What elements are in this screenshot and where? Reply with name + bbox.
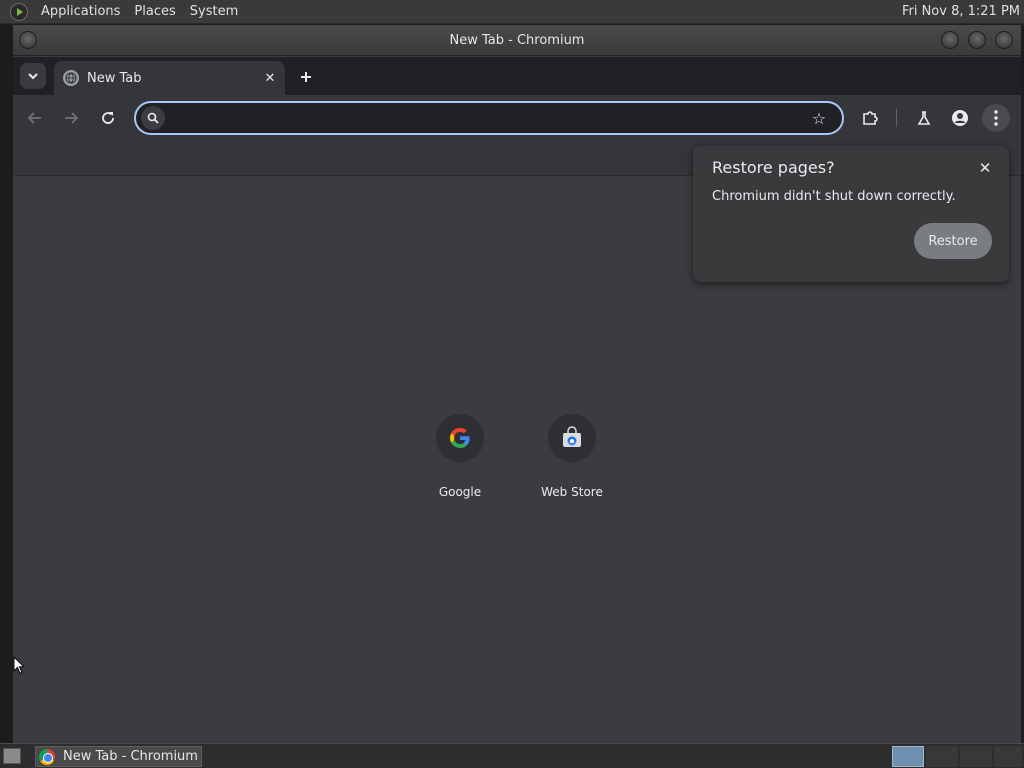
chevron-down-icon <box>28 73 38 80</box>
bookmark-star-icon[interactable]: ☆ <box>808 107 830 129</box>
applications-menu[interactable]: Applications <box>34 4 127 19</box>
reload-button[interactable] <box>94 104 122 132</box>
arrow-left-icon <box>27 112 41 124</box>
flask-icon <box>917 111 931 125</box>
system-menu[interactable]: System <box>183 4 245 19</box>
panel-clock[interactable]: Fri Nov 8, 1:21 PM <box>902 4 1020 19</box>
kebab-menu-icon <box>994 110 998 126</box>
workspace-3[interactable] <box>960 746 992 767</box>
window-menu-button[interactable] <box>19 31 37 49</box>
shortcut-web-store[interactable]: Web Store <box>524 414 620 499</box>
places-menu[interactable]: Places <box>127 4 182 19</box>
workspace-4[interactable] <box>994 746 1022 767</box>
bubble-message: Chromium didn't shut down correctly. <box>712 189 956 204</box>
labs-button[interactable] <box>910 104 938 132</box>
taskbar-item-label: New Tab - Chromium <box>63 749 198 764</box>
new-tab-button[interactable] <box>293 64 319 90</box>
toolbar-separator <box>896 109 897 127</box>
chromium-icon <box>39 748 55 765</box>
top-panel: Applications Places System Fri Nov 8, 1:… <box>0 0 1024 24</box>
restore-button[interactable]: Restore <box>914 223 992 259</box>
shortcut-google[interactable]: Google <box>412 414 508 499</box>
plus-icon <box>301 72 311 82</box>
address-bar[interactable]: ☆ <box>134 101 844 135</box>
window-title: New Tab - Chromium <box>449 32 585 48</box>
workspace-1[interactable] <box>892 746 924 767</box>
close-window-button[interactable] <box>995 31 1013 49</box>
puzzle-icon <box>863 111 878 125</box>
shortcut-label: Google <box>438 485 482 499</box>
tab-title: New Tab <box>87 70 142 86</box>
minimize-button[interactable] <box>941 31 959 49</box>
maximize-button[interactable] <box>968 31 986 49</box>
arrow-right-icon <box>65 112 79 124</box>
forward-button[interactable] <box>57 104 85 132</box>
person-icon <box>952 110 968 126</box>
show-desktop-icon[interactable] <box>3 748 21 764</box>
tab-strip: New Tab ✕ <box>13 57 1021 95</box>
back-button[interactable] <box>21 104 49 132</box>
desktop-background <box>0 25 13 743</box>
menu-button[interactable] <box>982 104 1010 132</box>
google-g-icon <box>449 427 470 449</box>
extensions-button[interactable] <box>856 104 884 132</box>
shortcut-label: Web Store <box>541 485 603 499</box>
web-store-icon <box>563 426 581 447</box>
workspace-2[interactable] <box>926 746 958 767</box>
globe-icon <box>63 70 79 86</box>
tab-new-tab[interactable]: New Tab ✕ <box>54 61 285 95</box>
restore-pages-bubble: Restore pages? ✕ Chromium didn't shut do… <box>693 146 1009 282</box>
profile-button[interactable] <box>946 104 974 132</box>
distro-logo-icon[interactable] <box>10 2 28 21</box>
shortcut-tile <box>548 414 596 462</box>
browser-window: New Tab - Chromium New Tab ✕ ☆ Google We… <box>13 25 1021 743</box>
browser-toolbar: ☆ <box>13 95 1021 141</box>
close-icon[interactable]: ✕ <box>975 158 995 178</box>
window-titlebar[interactable]: New Tab - Chromium <box>13 25 1021 56</box>
taskbar-item-chromium[interactable]: New Tab - Chromium <box>35 746 202 767</box>
tab-close-icon[interactable]: ✕ <box>261 69 279 87</box>
taskbar: New Tab - Chromium <box>0 743 1024 768</box>
reload-icon <box>102 112 114 124</box>
bubble-title: Restore pages? <box>712 158 835 177</box>
search-icon <box>141 106 165 130</box>
tab-search-button[interactable] <box>20 63 46 89</box>
mouse-pointer-icon <box>13 656 25 675</box>
shortcut-tile <box>436 414 484 462</box>
address-input[interactable] <box>170 107 800 129</box>
